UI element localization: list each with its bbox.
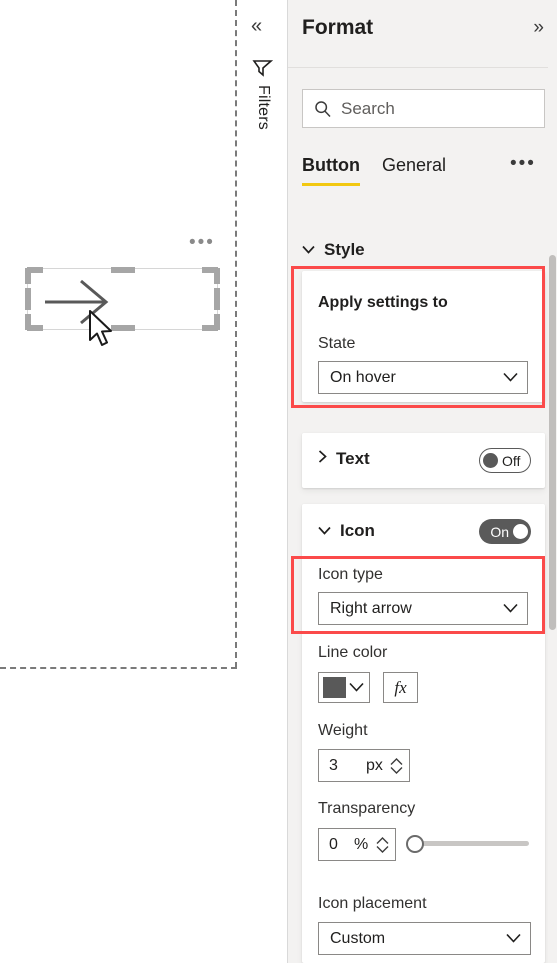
icon-toggle[interactable]: On	[479, 519, 531, 544]
weight-value: 3	[329, 756, 338, 774]
chevron-down-icon	[318, 522, 331, 540]
page-title: Format	[302, 16, 374, 39]
resize-handle-top-left[interactable]	[25, 268, 31, 284]
resize-handle-bottom-left[interactable]	[25, 314, 31, 330]
canvas-guide-horizontal	[0, 667, 237, 669]
scrollbar-thumb[interactable]	[549, 255, 556, 630]
search-icon	[314, 100, 332, 118]
chevron-down-icon	[503, 369, 518, 387]
report-canvas[interactable]: •••	[0, 0, 237, 963]
weight-unit: px	[366, 756, 383, 774]
format-pane-header: Format »	[288, 0, 557, 68]
filter-icon	[252, 60, 273, 77]
tab-button[interactable]: Button	[302, 155, 360, 186]
line-color-picker[interactable]	[318, 672, 370, 703]
resize-handle-top-middle[interactable]	[110, 267, 135, 273]
mouse-cursor-icon	[89, 310, 112, 346]
card-text: Text Off	[302, 433, 545, 488]
expand-filters-icon[interactable]: «	[251, 15, 262, 38]
chevron-down-icon	[349, 679, 364, 697]
weight-stepper[interactable]: 3 px	[318, 749, 410, 782]
stepper-arrows[interactable]	[390, 757, 403, 774]
chevron-down-icon	[503, 600, 518, 618]
chevron-down-icon	[506, 930, 521, 948]
section-icon-label: Icon	[340, 521, 375, 540]
section-style-header[interactable]: Style	[302, 240, 365, 260]
icon-placement-dropdown[interactable]: Custom	[318, 922, 531, 955]
canvas-guide-vertical	[235, 0, 237, 668]
chevron-right-icon	[318, 450, 327, 468]
text-toggle[interactable]: Off	[479, 448, 531, 473]
section-style-label: Style	[324, 240, 365, 259]
transparency-label: Transparency	[318, 800, 416, 817]
section-text-header[interactable]: Text	[318, 449, 370, 469]
toggle-knob	[483, 453, 498, 468]
resize-handle-middle-right[interactable]	[214, 288, 220, 310]
format-pane: Format » Search Button General ••• Style…	[288, 0, 557, 963]
line-color-label: Line color	[318, 644, 388, 661]
transparency-slider-track[interactable]	[414, 841, 529, 846]
search-input[interactable]: Search	[302, 89, 545, 128]
transparency-unit: %	[354, 835, 369, 853]
collapse-pane-icon[interactable]: »	[533, 17, 544, 39]
card-apply-settings: Apply settings to State On hover	[302, 271, 545, 402]
format-pane-scrollbar[interactable]	[548, 0, 557, 963]
icon-type-dropdown-value: Right arrow	[330, 599, 412, 617]
section-text-label: Text	[336, 449, 370, 468]
format-pane-tabs: Button General •••	[302, 153, 545, 191]
icon-placement-dropdown-value: Custom	[330, 929, 386, 947]
stepper-arrows[interactable]	[376, 836, 389, 853]
chevron-down-icon	[302, 241, 315, 259]
power-bi-report-view: ••• « Filters Format » Search Button Gen…	[0, 0, 557, 963]
visual-more-options-icon[interactable]: •••	[189, 233, 215, 252]
icon-type-dropdown[interactable]: Right arrow	[318, 592, 528, 625]
filters-pane-collapsed[interactable]: « Filters	[238, 0, 288, 963]
search-placeholder-text: Search	[341, 98, 395, 118]
section-icon-header[interactable]: Icon	[318, 521, 375, 541]
apply-settings-title: Apply settings to	[318, 294, 448, 311]
card-icon: Icon On Icon type Right arrow Line color…	[302, 504, 545, 963]
toggle-knob	[513, 524, 528, 539]
tab-general[interactable]: General	[382, 155, 446, 184]
line-color-conditional-formatting-button[interactable]: fx	[383, 672, 418, 703]
filters-pane-label: Filters	[254, 85, 272, 130]
transparency-slider-thumb[interactable]	[406, 835, 424, 853]
tabs-overflow-icon[interactable]: •••	[510, 153, 536, 175]
icon-toggle-state: On	[490, 523, 509, 540]
resize-handle-bottom-right[interactable]	[214, 314, 220, 330]
icon-placement-label: Icon placement	[318, 895, 427, 912]
text-toggle-state: Off	[502, 452, 521, 469]
fx-icon: fx	[394, 677, 407, 697]
selected-button-visual[interactable]	[25, 267, 220, 331]
color-swatch	[323, 677, 346, 698]
state-dropdown-value: On hover	[330, 368, 396, 386]
weight-label: Weight	[318, 722, 368, 739]
state-label: State	[318, 335, 356, 352]
transparency-value: 0	[329, 835, 338, 853]
icon-type-label: Icon type	[318, 566, 383, 583]
state-dropdown[interactable]: On hover	[318, 361, 528, 394]
resize-handle-middle-left[interactable]	[25, 288, 31, 310]
resize-handle-top-right[interactable]	[214, 268, 220, 284]
transparency-stepper[interactable]: 0 %	[318, 828, 396, 861]
